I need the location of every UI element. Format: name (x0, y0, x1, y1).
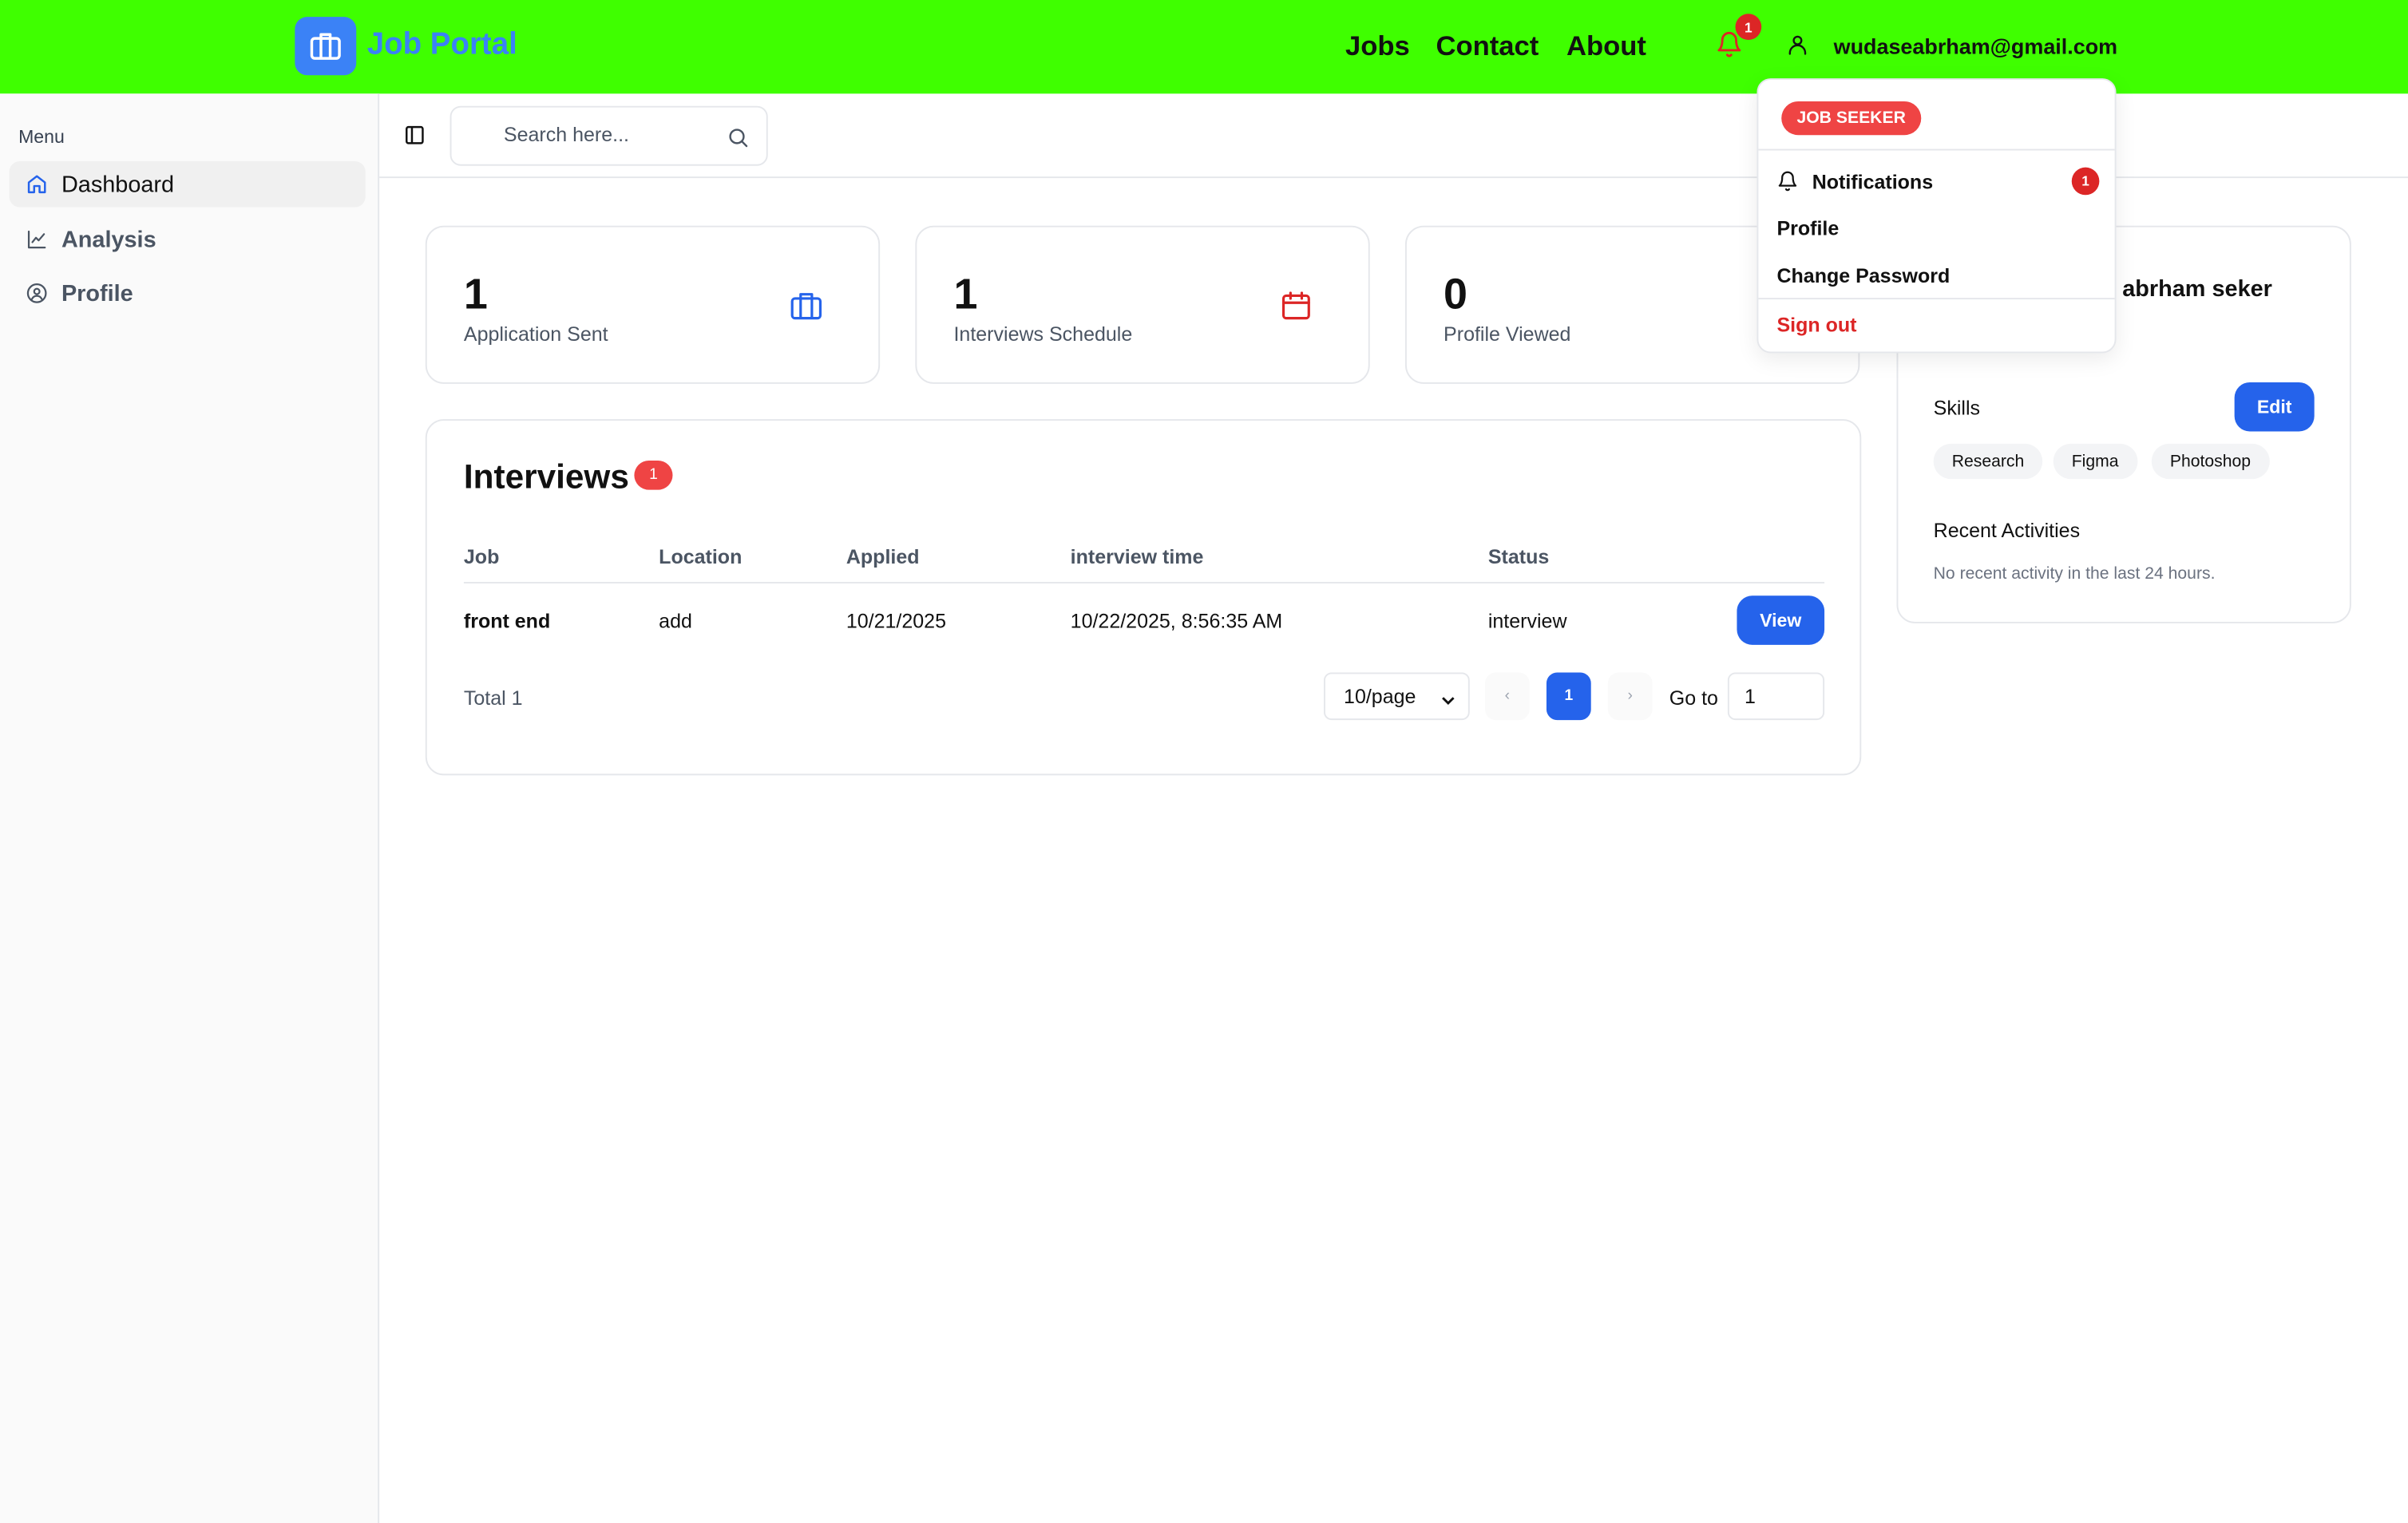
logo-briefcase-icon[interactable] (295, 17, 357, 76)
nav-link-contact[interactable]: Contact (1436, 30, 1539, 62)
search-box (450, 105, 768, 166)
next-page-button[interactable]: › (1607, 672, 1653, 721)
role-badge: JOB SEEKER (1781, 101, 1922, 136)
sidebar-toggle-icon[interactable] (404, 125, 426, 146)
column-header-job[interactable]: Job (464, 545, 499, 568)
goto-label: Go to (1669, 686, 1718, 710)
chart-line-icon (26, 229, 48, 251)
cell-location: add (659, 609, 692, 633)
cell-job: front end (463, 609, 551, 633)
menu-label: Menu (18, 125, 65, 148)
recent-activities-empty: No recent activity in the last 24 hours. (1933, 564, 2216, 583)
interviews-card: Interviews 1 Job Location Applied interv… (425, 419, 1862, 776)
stat-label: Application Sent (463, 322, 608, 346)
cell-applied: 10/21/2025 (846, 609, 947, 633)
home-icon (26, 173, 48, 195)
column-header-location[interactable]: Location (659, 545, 742, 568)
sidebar-item-analysis[interactable]: Analysis (10, 216, 366, 263)
sidebar-item-dashboard[interactable]: Dashboard (9, 160, 366, 208)
stat-card-applications: 1 Application Sent (425, 225, 881, 384)
page-size-select[interactable]: 10/page (1324, 672, 1470, 721)
calendar-icon (1279, 289, 1313, 322)
sidebar-item-profile[interactable]: Profile (10, 271, 366, 317)
stat-card-interviews: 1 Interviews Schedule (915, 225, 1370, 384)
search-input[interactable] (503, 122, 719, 146)
dropdown-divider (1758, 298, 2115, 300)
logo-text[interactable]: Job Portal (367, 28, 517, 63)
profile-name: abrham seker (2122, 276, 2272, 303)
dropdown-item-sign-out[interactable]: Sign out (1776, 313, 1856, 336)
dropdown-item-change-password[interactable]: Change Password (1776, 264, 1950, 287)
user-circle-icon (26, 283, 48, 304)
cell-interview-time: 10/22/2025, 8:56:35 AM (1070, 609, 1283, 633)
column-header-applied[interactable]: Applied (846, 545, 920, 568)
edit-skills-button[interactable]: Edit (2234, 382, 2315, 432)
prev-page-button[interactable]: ‹ (1484, 672, 1530, 721)
header-divider (463, 581, 1825, 583)
skills-label: Skills (1933, 396, 1981, 420)
stat-value: 1 (953, 270, 978, 318)
bell-icon (1776, 171, 1798, 192)
nav-link-jobs[interactable]: Jobs (1345, 30, 1410, 62)
skill-chip: Figma (2053, 443, 2137, 480)
nav-link-about[interactable]: About (1566, 30, 1646, 62)
column-header-status[interactable]: Status (1488, 545, 1549, 568)
user-icon[interactable] (1786, 32, 1809, 58)
page-size-value: 10/page (1344, 684, 1416, 708)
briefcase-icon (790, 289, 823, 322)
dropdown-item-notifications[interactable]: Notifications 1 (1776, 166, 2100, 196)
cell-status: interview (1487, 609, 1567, 633)
search-icon[interactable] (727, 126, 750, 149)
page-button-1[interactable]: 1 (1546, 672, 1591, 721)
sidebar-item-label: Profile (61, 280, 133, 307)
total-count: Total 1 (463, 686, 523, 710)
chevron-down-icon (1440, 690, 1455, 705)
sidebar: Menu Dashboard Analysis Profile (0, 93, 380, 1523)
skill-chip: Research (1933, 443, 2043, 480)
interviews-count-badge: 1 (634, 461, 673, 490)
dropdown-item-profile[interactable]: Profile (1776, 216, 1839, 239)
notification-badge: 1 (1735, 14, 1762, 41)
user-dropdown-menu: JOB SEEKER Notifications 1 Profile Chang… (1756, 78, 2117, 354)
sidebar-item-label: Analysis (61, 226, 156, 253)
recent-activities-label: Recent Activities (1933, 519, 2081, 542)
skill-chip: Photoshop (2151, 443, 2270, 480)
view-button[interactable]: View (1737, 595, 1825, 645)
stat-label: Profile Viewed (1444, 322, 1571, 346)
stat-value: 1 (463, 270, 488, 318)
notification-count-badge: 1 (2071, 167, 2100, 196)
dropdown-item-label: Notifications (1812, 169, 1934, 193)
stat-label: Interviews Schedule (953, 322, 1133, 346)
user-email[interactable]: wudaseabrham@gmail.com (1834, 34, 2118, 58)
stat-value: 0 (1444, 270, 1468, 318)
sidebar-item-label: Dashboard (61, 171, 175, 198)
goto-page-input[interactable] (1727, 672, 1825, 721)
dropdown-divider (1758, 148, 2115, 151)
interviews-title: Interviews (463, 457, 629, 496)
column-header-interview-time[interactable]: interview time (1071, 545, 1204, 568)
